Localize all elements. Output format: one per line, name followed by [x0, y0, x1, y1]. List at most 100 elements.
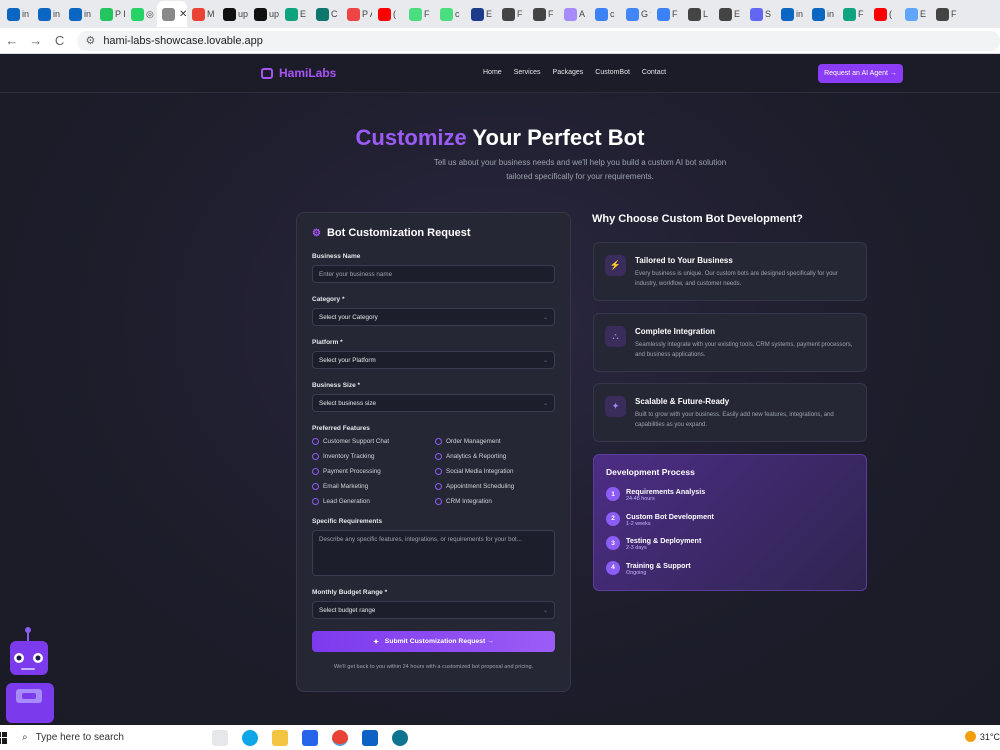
outlook-icon[interactable] — [362, 729, 378, 746]
budget-label: Monthly Budget Range * — [312, 589, 388, 596]
browser-tab[interactable]: M Y — [187, 1, 218, 27]
page-subtitle: Tell us about your business needs and we… — [433, 158, 727, 181]
browser-tab[interactable]: up F — [218, 1, 249, 27]
browser-tab[interactable]: F — [652, 1, 683, 27]
browser-tab[interactable]: E — [714, 1, 745, 27]
nav-services[interactable]: Services — [514, 69, 541, 76]
forward-button[interactable]: → — [24, 33, 48, 48]
back-button[interactable]: ← — [0, 33, 24, 48]
browser-tab[interactable]: ( — [373, 1, 404, 27]
browser-tab[interactable]: ( — [869, 1, 900, 27]
browser-tab[interactable]: in ( — [64, 1, 95, 27]
browser-tab[interactable]: F — [838, 1, 869, 27]
taskbar-search[interactable]: ⌕ Type here to search — [22, 732, 152, 743]
browser-tab[interactable]: P F — [95, 1, 126, 27]
feature-card: ✦ Scalable & Future-Ready Built to grow … — [593, 383, 867, 442]
browser-tab[interactable]: in ( — [2, 1, 33, 27]
checkbox-circle[interactable] — [435, 453, 442, 460]
nav-contact[interactable]: Contact — [642, 69, 666, 76]
response-note: We'll get back to you within 24 hours wi… — [333, 664, 534, 670]
edge-icon[interactable] — [242, 729, 258, 746]
browser-tab[interactable]: E — [466, 1, 497, 27]
feature-checkbox[interactable]: CRM Integration — [435, 497, 555, 506]
logo[interactable]: HamiLabs — [261, 66, 336, 80]
tab-favicon-icon — [843, 7, 856, 21]
checkbox-circle[interactable] — [312, 438, 319, 445]
checkbox-circle[interactable] — [312, 453, 319, 460]
browser-tab[interactable]: P A — [342, 1, 373, 27]
checkbox-circle[interactable] — [435, 483, 442, 490]
feature-checkbox[interactable]: Email Marketing — [312, 482, 435, 491]
request-agent-button[interactable]: Request an AI Agent → — [818, 64, 903, 83]
logo-text: HamiLabs — [279, 66, 337, 80]
nav-home[interactable]: Home — [483, 69, 502, 76]
checkbox-circle[interactable] — [312, 498, 319, 505]
browser-tab[interactable]: c — [435, 1, 466, 27]
feature-checkbox[interactable]: Lead Generation — [312, 497, 435, 506]
file-explorer-icon[interactable] — [272, 729, 288, 746]
step-title: Training & Support — [626, 560, 691, 570]
browser-tab[interactable]: F — [404, 1, 435, 27]
platform-select[interactable]: Select your Platform ⌄ — [312, 351, 555, 369]
browser-tab[interactable]: F — [931, 1, 962, 27]
browser-tab[interactable]: S — [745, 1, 776, 27]
feature-checkbox[interactable]: Analytics & Reporting — [435, 452, 555, 461]
step-title: Testing & Deployment — [626, 536, 702, 545]
feature-checkbox[interactable]: Payment Processing — [312, 467, 435, 476]
reload-button[interactable]: C — [48, 33, 72, 48]
checkbox-circle[interactable] — [435, 438, 442, 445]
browser-tab[interactable]: up Y — [249, 1, 280, 27]
browser-tab[interactable]: F — [528, 1, 559, 27]
app-icon[interactable] — [392, 729, 408, 746]
browser-tab[interactable]: G t — [621, 1, 652, 27]
feature-checkbox[interactable]: Order Management — [435, 437, 555, 446]
feature-card: ⛬ Complete Integration Seamlessly integr… — [593, 313, 867, 372]
checkbox-circle[interactable] — [312, 483, 319, 490]
feature-label: CRM Integration — [446, 498, 492, 505]
tab-favicon-icon — [69, 7, 82, 21]
browser-tab[interactable]: in F — [776, 1, 807, 27]
browser-tab[interactable]: I✕ — [157, 1, 187, 27]
step-number: 1 — [606, 487, 620, 501]
feature-checkbox[interactable]: Appointment Scheduling — [435, 482, 555, 491]
checkbox-circle[interactable] — [435, 468, 442, 475]
tab-favicon-icon — [378, 7, 391, 21]
platform-value: Select your Platform — [319, 356, 376, 364]
browser-tab[interactable]: L — [683, 1, 714, 27]
checkbox-circle[interactable] — [312, 468, 319, 475]
task-view-icon[interactable] — [212, 729, 228, 746]
browser-tab[interactable]: E — [900, 1, 931, 27]
site-settings-icon[interactable]: ⚙ — [85, 34, 95, 47]
feature-checkbox[interactable]: Social Media Integration — [435, 467, 555, 476]
category-select[interactable]: Select your Category ⌄ — [312, 308, 555, 326]
windows-start-icon[interactable] — [0, 731, 8, 744]
business-name-input[interactable]: Enter your business name — [312, 265, 555, 283]
browser-tab[interactable]: F — [497, 1, 528, 27]
main-nav: Home Services Packages CustomBot Contact — [483, 69, 666, 76]
submit-button[interactable]: ✦ Submit Customization Request → — [312, 631, 555, 652]
checkbox-circle[interactable] — [435, 498, 442, 505]
weather-widget[interactable]: 31°C — [964, 731, 1000, 742]
budget-select[interactable]: Select budget range ⌄ — [312, 601, 555, 619]
chatbot-robot-icon[interactable] — [4, 627, 60, 725]
tab-title: P A — [362, 9, 372, 19]
browser-tab[interactable]: c — [590, 1, 621, 27]
browser-tab[interactable]: in F — [807, 1, 838, 27]
bot-icon — [261, 67, 273, 79]
browser-tab[interactable]: E — [280, 1, 311, 27]
url-field[interactable]: ⚙ hami-labs-showcase.lovable.app — [77, 30, 1000, 51]
mail-icon[interactable] — [302, 729, 318, 746]
nav-custombot[interactable]: CustomBot — [595, 69, 630, 76]
nav-packages[interactable]: Packages — [553, 69, 584, 76]
tab-favicon-icon — [657, 7, 670, 21]
browser-tab[interactable]: A — [559, 1, 590, 27]
requirements-textarea[interactable]: Describe any specific features, integrat… — [312, 530, 555, 576]
feature-checkbox[interactable]: Customer Support Chat — [312, 437, 435, 446]
browser-tab[interactable]: in I — [33, 1, 64, 27]
step-time: Ongoing — [626, 569, 647, 576]
business-size-select[interactable]: Select business size ⌄ — [312, 394, 555, 412]
chrome-icon[interactable] — [332, 729, 348, 746]
browser-tab[interactable]: ◎ ( — [126, 1, 157, 27]
feature-checkbox[interactable]: Inventory Tracking — [312, 452, 435, 461]
browser-tab[interactable]: C — [311, 1, 342, 27]
